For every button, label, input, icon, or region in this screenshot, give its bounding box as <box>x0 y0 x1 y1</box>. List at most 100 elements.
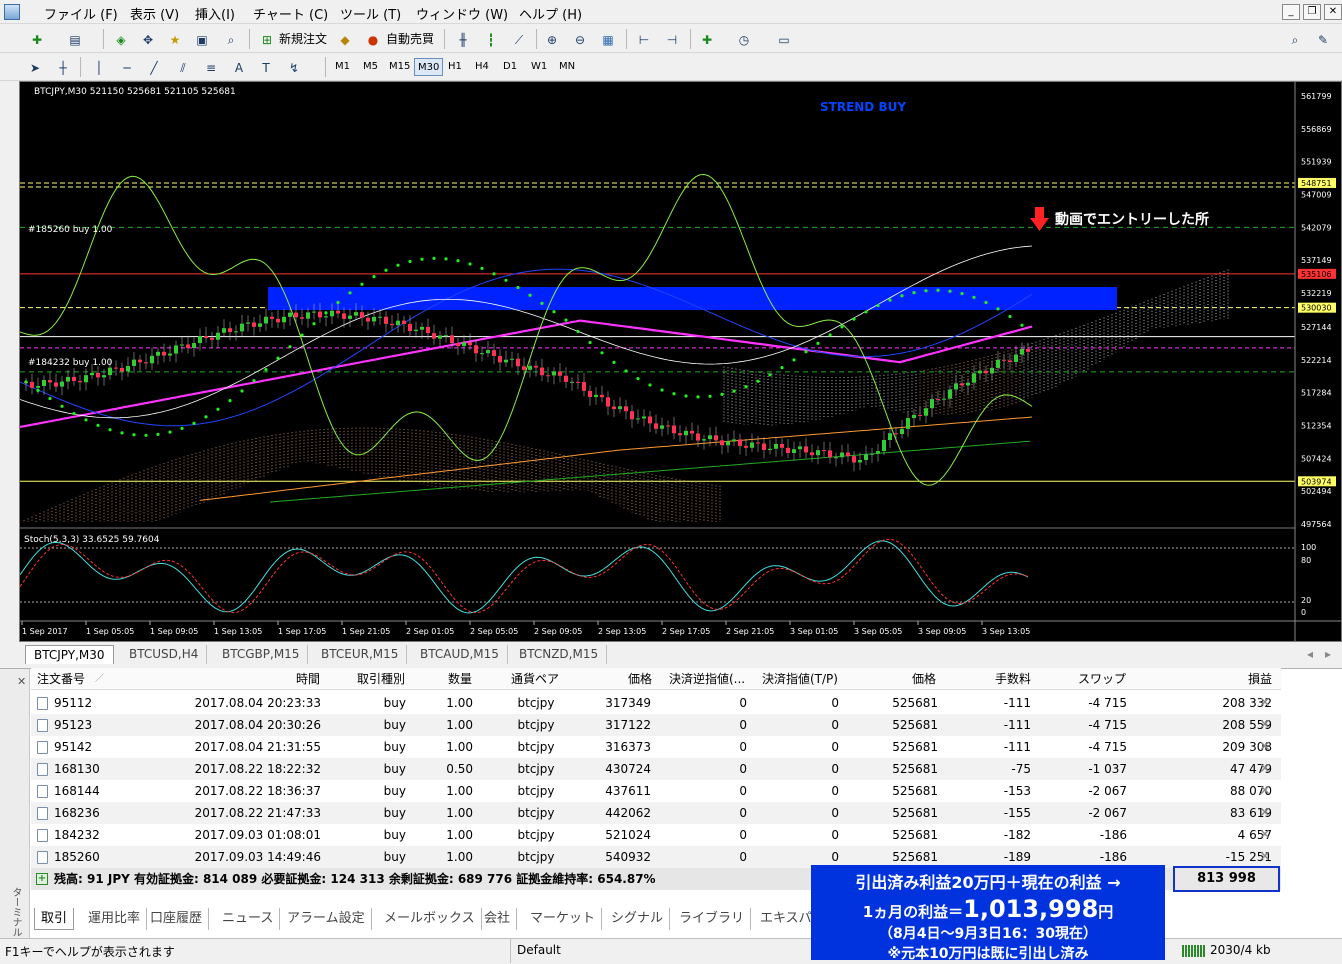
tab-alerts[interactable]: アラーム設定 <box>281 908 372 930</box>
chart-tab-btceur[interactable]: BTCEUR,M15 <box>313 645 408 664</box>
col-profit[interactable]: 損益 <box>1212 668 1272 690</box>
tab-company[interactable]: 会社 <box>478 908 518 930</box>
chart-window[interactable]: BTCJPY,M30 521150 525681 521105 525681 S… <box>19 81 1342 642</box>
timeframe-m1[interactable]: M1 <box>332 58 353 76</box>
arrows-icon[interactable]: ↯ <box>283 56 305 78</box>
chart-tab-btcnzd[interactable]: BTCNZD,M15 <box>511 645 608 664</box>
menu-chart[interactable]: チャート (C) <box>253 4 328 23</box>
close-order-icon[interactable]: ✕ <box>1259 692 1271 714</box>
tile-windows-icon[interactable]: ▦ <box>597 28 619 50</box>
tab-news[interactable]: ニュース <box>216 908 281 930</box>
text-icon[interactable]: A <box>228 56 250 78</box>
close-order-icon[interactable]: ✕ <box>1259 780 1271 802</box>
close-order-icon[interactable]: ✕ <box>1259 714 1271 736</box>
tab-experts[interactable]: エキスパ <box>754 908 819 930</box>
balance-expand-icon[interactable]: + <box>36 873 48 885</box>
trendline-icon[interactable]: ╱ <box>143 56 165 78</box>
timeframe-mn[interactable]: MN <box>556 58 578 76</box>
menu-window[interactable]: ウィンドウ (W) <box>416 4 508 23</box>
price-chart[interactable]: BTCJPY,M30 521150 525681 521105 525681 S… <box>20 82 1341 641</box>
col-stop-loss[interactable]: 決済逆指値(... <box>669 668 745 690</box>
market-watch-icon[interactable]: ◈ <box>110 28 132 50</box>
data-window-icon[interactable]: ✥ <box>137 28 159 50</box>
tab-mailbox[interactable]: メールボックス <box>378 908 482 930</box>
tab-signals[interactable]: シグナル <box>605 908 671 930</box>
sort-icon[interactable]: ／ <box>95 668 104 690</box>
col-current-price[interactable]: 価格 <box>876 668 936 690</box>
profiles-icon[interactable]: ▤ <box>64 28 86 50</box>
col-type[interactable]: 取引種別 <box>340 668 405 690</box>
strategy-tester-icon[interactable]: ⌕ <box>220 28 242 50</box>
tab-scroll-right-icon[interactable]: ▸ <box>1325 647 1331 661</box>
tab-library[interactable]: ライブラリ <box>673 908 752 930</box>
col-time[interactable]: 時間 <box>250 668 320 690</box>
autoscroll-icon[interactable]: ⊢ <box>633 28 655 50</box>
table-row[interactable]: 95123 2017.08.04 20:30:26 buy 1.00 btcjpy 317… <box>31 714 1281 736</box>
line-chart-icon[interactable]: ⟋ <box>508 28 530 50</box>
new-order-icon[interactable]: ⊞ <box>256 28 278 50</box>
chart-tab-btcusd[interactable]: BTCUSD,H4 <box>121 645 208 664</box>
navigator-icon[interactable]: ★ <box>164 28 186 50</box>
table-row[interactable]: 168236 2017.08.22 21:47:33 buy 1.00 btcjpy 44… <box>31 802 1281 824</box>
timeframe-m5[interactable]: M5 <box>360 58 381 76</box>
close-order-icon[interactable]: ✕ <box>1259 824 1271 846</box>
table-row[interactable]: 168130 2017.08.22 18:22:32 buy 0.50 btcjpy 43… <box>31 758 1281 780</box>
col-commission[interactable]: 手数料 <box>976 668 1031 690</box>
close-order-icon[interactable]: ✕ <box>1259 736 1271 758</box>
tab-market[interactable]: マーケット <box>524 908 603 930</box>
col-swap[interactable]: スワップ <box>1060 668 1126 690</box>
col-symbol[interactable]: 通貨ペア <box>495 668 575 690</box>
tab-scroll-left-icon[interactable]: ◂ <box>1307 647 1313 661</box>
restore-icon[interactable]: ❐ <box>1303 4 1321 20</box>
horizontal-line-icon[interactable]: ─ <box>116 56 138 78</box>
indicators-icon[interactable]: ✚ <box>696 28 718 50</box>
tab-exposure[interactable]: 運用比率 <box>82 908 148 930</box>
templates-icon[interactable]: ▭ <box>773 28 795 50</box>
auto-trade-button[interactable]: 自動売買 <box>384 28 436 50</box>
search-icon[interactable]: ⌕ <box>1284 28 1306 50</box>
timeframe-m30[interactable]: M30 <box>414 58 444 76</box>
timeframe-w1[interactable]: W1 <box>528 58 550 76</box>
close-order-icon[interactable]: ✕ <box>1259 802 1271 824</box>
tab-history[interactable]: 口座履歴 <box>144 908 210 930</box>
metaeditor-icon[interactable]: ◆ <box>334 28 356 50</box>
timeframe-h1[interactable]: H1 <box>445 58 465 76</box>
new-order-button[interactable]: 新規注文 <box>277 28 329 50</box>
chat-icon[interactable]: ✎ <box>1312 28 1334 50</box>
fibonacci-icon[interactable]: ≡ <box>200 56 222 78</box>
timeframe-h4[interactable]: H4 <box>472 58 492 76</box>
close-order-icon[interactable]: ✕ <box>1259 846 1271 868</box>
col-take-profit[interactable]: 決済指値(T/P) <box>762 668 838 690</box>
tab-trade[interactable]: 取引 <box>34 908 75 930</box>
menu-file[interactable]: ファイル (F) <box>44 4 118 23</box>
table-row[interactable]: 95112 2017.08.04 20:23:33 buy 1.00 btcjpy 317… <box>31 692 1281 714</box>
new-chart-icon[interactable]: ✚ <box>26 28 48 50</box>
menu-tools[interactable]: ツール (T) <box>340 4 401 23</box>
text-label-icon[interactable]: T <box>255 56 277 78</box>
chart-tab-btcaud[interactable]: BTCAUD,M15 <box>412 645 508 664</box>
chart-tab-btcgbp[interactable]: BTCGBP,M15 <box>214 645 309 664</box>
table-row[interactable]: 184232 2017.09.03 01:08:01 buy 1.00 btcjpy 52… <box>31 824 1281 846</box>
terminal-close-icon[interactable]: ✕ <box>17 675 26 688</box>
menu-help[interactable]: ヘルプ (H) <box>519 4 582 23</box>
col-order-id[interactable]: 注文番号 <box>37 668 85 690</box>
timeframe-m15[interactable]: M15 <box>386 58 413 76</box>
periods-icon[interactable]: ◷ <box>733 28 755 50</box>
vertical-line-icon[interactable]: │ <box>88 56 110 78</box>
zoom-in-icon[interactable]: ⊕ <box>541 28 563 50</box>
minimize-icon[interactable]: _ <box>1282 4 1300 20</box>
cursor-icon[interactable]: ➤ <box>24 56 46 78</box>
channel-icon[interactable]: ⫽ <box>172 56 194 78</box>
timeframe-d1[interactable]: D1 <box>500 58 520 76</box>
candlestick-icon[interactable]: ┇ <box>480 28 502 50</box>
col-size[interactable]: 数量 <box>420 668 472 690</box>
crosshair-icon[interactable]: ┼ <box>52 56 74 78</box>
close-icon[interactable]: ✕ <box>1324 4 1342 20</box>
terminal-icon[interactable]: ▣ <box>191 28 213 50</box>
table-row[interactable]: 168144 2017.08.22 18:36:37 buy 1.00 btcjpy 43… <box>31 780 1281 802</box>
bar-chart-icon[interactable]: ╫ <box>452 28 474 50</box>
close-order-icon[interactable]: ✕ <box>1259 758 1271 780</box>
chart-tab-btcjpy[interactable]: BTCJPY,M30 <box>25 645 114 664</box>
zoom-out-icon[interactable]: ⊖ <box>569 28 591 50</box>
table-row[interactable]: 95142 2017.08.04 21:31:55 buy 1.00 btcjpy 316… <box>31 736 1281 758</box>
